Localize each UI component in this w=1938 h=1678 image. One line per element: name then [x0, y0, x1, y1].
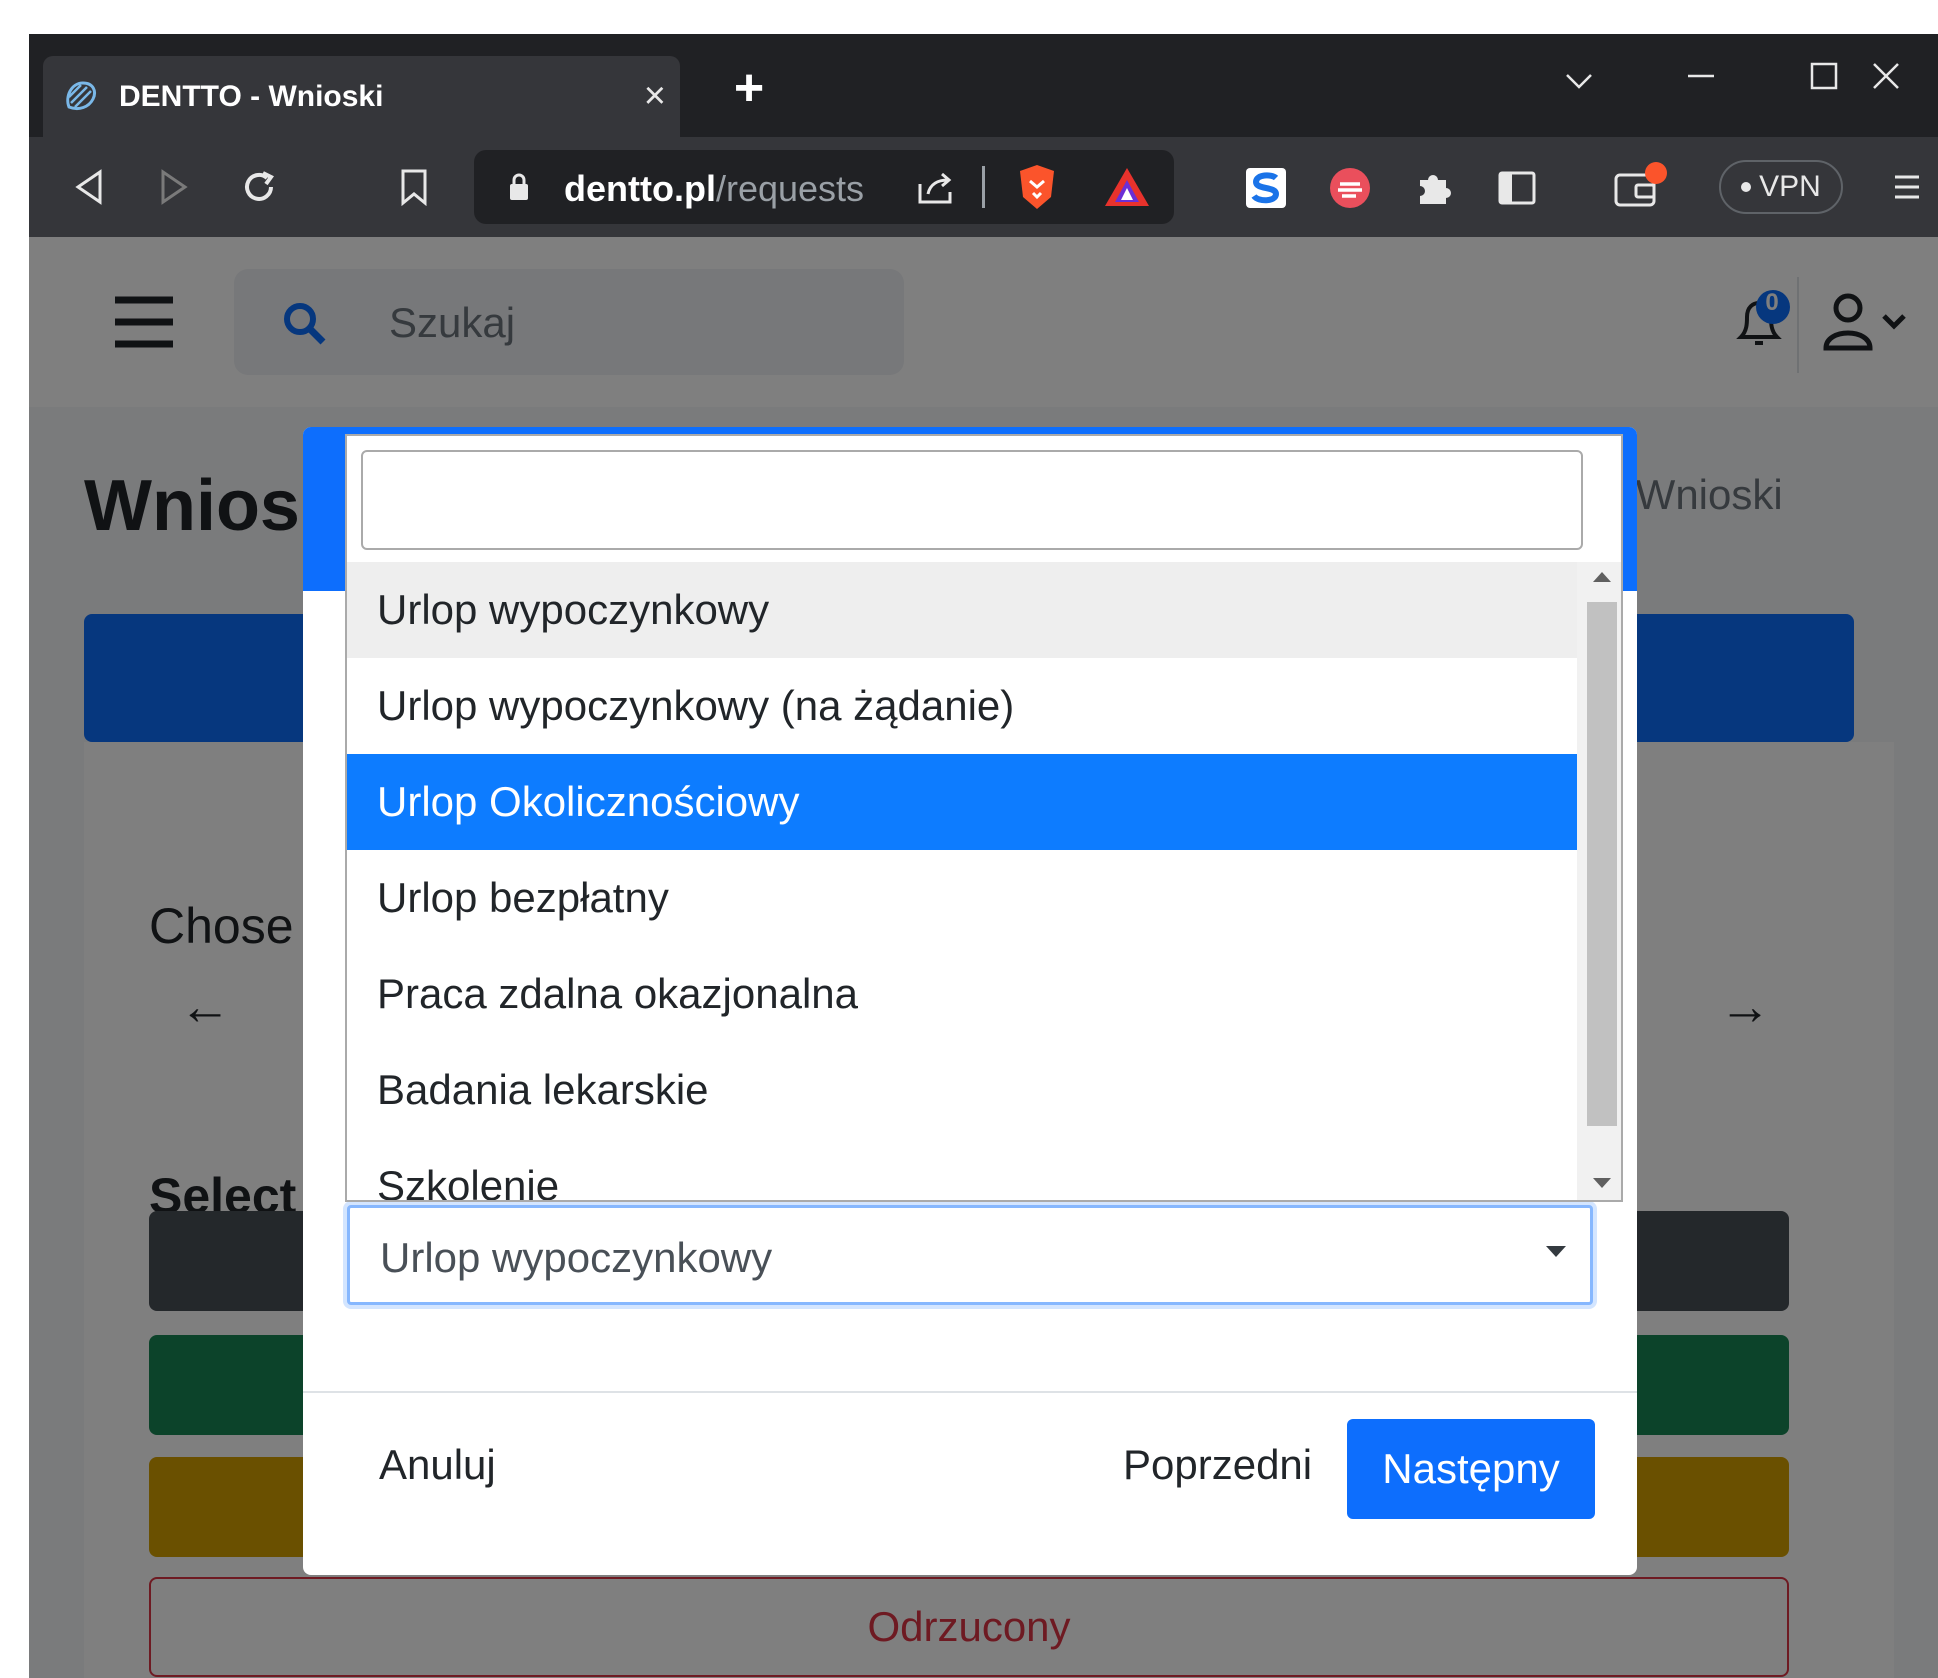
brave-rewards-icon[interactable] — [1102, 164, 1152, 210]
share-icon[interactable] — [914, 168, 958, 208]
url-path: /requests — [715, 168, 865, 209]
dropdown-option[interactable]: Urlop wypoczynkowy — [347, 562, 1577, 658]
maximize-icon[interactable] — [1789, 48, 1859, 108]
new-tab-button[interactable]: + — [719, 58, 779, 118]
bookmark-icon[interactable] — [394, 165, 434, 209]
browser-window: DENTTO - Wnioski × + dentto.pl/requests … — [29, 34, 1938, 1678]
forward-icon[interactable] — [154, 167, 194, 207]
dropdown-option-highlighted[interactable]: Urlop Okolicznościowy — [347, 754, 1577, 850]
extension-red-icon[interactable] — [1327, 165, 1373, 211]
next-button[interactable]: Następny — [1347, 1419, 1595, 1519]
dropdown-option[interactable]: Szkolenie — [347, 1138, 1577, 1200]
vpn-label: VPN — [1759, 170, 1821, 203]
scroll-down-icon[interactable] — [1593, 1178, 1611, 1188]
browser-menu-icon[interactable] — [1887, 167, 1927, 207]
previous-button[interactable]: Poprzedni — [1123, 1431, 1312, 1499]
dropdown-options: Urlop wypoczynkowy Urlop wypoczynkowy (n… — [347, 562, 1577, 1200]
dentto-favicon-icon — [61, 77, 101, 117]
url-text: dentto.pl/requests — [564, 168, 864, 210]
browser-tab[interactable]: DENTTO - Wnioski × — [43, 56, 680, 137]
reload-icon[interactable] — [237, 165, 281, 209]
vpn-status-dot — [1741, 182, 1752, 192]
dropdown-option[interactable]: Urlop bezpłatny — [347, 850, 1577, 946]
address-bar[interactable]: dentto.pl/requests — [474, 150, 1174, 224]
scrollbar-thumb[interactable] — [1587, 602, 1617, 1126]
browser-toolbar: dentto.pl/requests VPN — [29, 137, 1938, 237]
tab-close-icon[interactable]: × — [644, 76, 666, 116]
cancel-button[interactable]: Anuluj — [379, 1431, 496, 1499]
back-icon[interactable] — [69, 167, 109, 207]
wallet-icon[interactable] — [1612, 161, 1668, 213]
extension-s-icon[interactable] — [1243, 165, 1289, 211]
tab-bar: DENTTO - Wnioski × + — [29, 34, 1938, 137]
dropdown-option[interactable]: Badania lekarskie — [347, 1042, 1577, 1138]
close-window-icon[interactable] — [1851, 48, 1921, 108]
url-domain: dentto.pl — [564, 168, 716, 209]
caret-down-icon — [1546, 1246, 1566, 1257]
dropdown-scrollbar[interactable] — [1577, 562, 1621, 1200]
tab-search-chevron-icon[interactable] — [1544, 48, 1614, 108]
sidebar-icon[interactable] — [1494, 165, 1540, 211]
lock-icon — [504, 168, 534, 206]
request-type-select[interactable]: Urlop wypoczynkowy — [347, 1205, 1593, 1305]
select-current-value: Urlop wypoczynkowy — [380, 1234, 773, 1281]
minimize-icon[interactable] — [1666, 48, 1736, 108]
select-dropdown: Urlop wypoczynkowy Urlop wypoczynkowy (n… — [345, 434, 1623, 1202]
modal-footer-divider — [303, 1391, 1637, 1393]
brave-shields-icon[interactable] — [1014, 162, 1060, 212]
dropdown-option[interactable]: Urlop wypoczynkowy (na żądanie) — [347, 658, 1577, 754]
extensions-puzzle-icon[interactable] — [1411, 165, 1457, 211]
tab-title: DENTTO - Wnioski — [119, 79, 384, 113]
dropdown-search-input[interactable] — [361, 450, 1583, 550]
vpn-button[interactable]: VPN — [1719, 160, 1843, 214]
omnibox-divider — [982, 166, 985, 208]
scroll-up-icon[interactable] — [1593, 572, 1611, 582]
dropdown-option[interactable]: Praca zdalna okazjonalna — [347, 946, 1577, 1042]
